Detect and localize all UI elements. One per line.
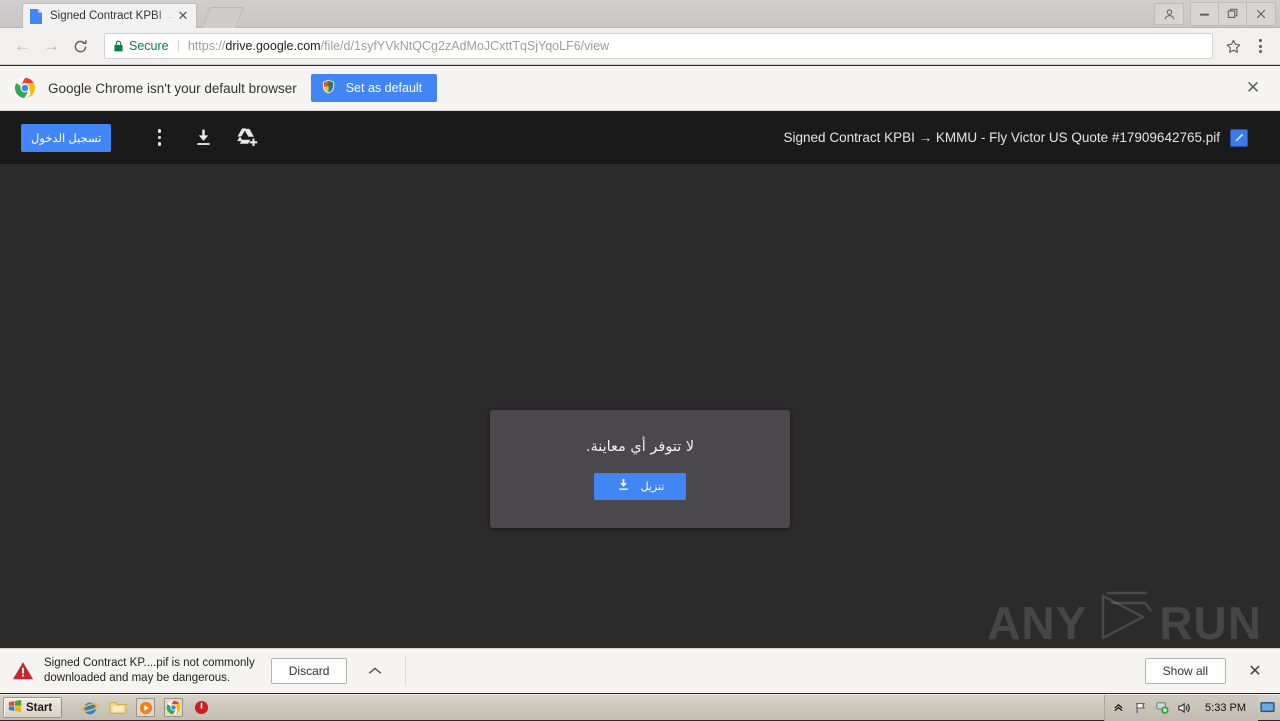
power-icon[interactable] (192, 698, 211, 717)
watermark-run: RUN (1159, 596, 1262, 649)
show-hidden-icons-chevron[interactable] (1111, 700, 1126, 715)
show-desktop-icon[interactable] (1260, 700, 1275, 715)
chrome-icon (14, 77, 36, 99)
download-shelf: Signed Contract KP....pif is not commonl… (0, 648, 1280, 693)
browser-tab[interactable]: Signed Contract KPBI → KM ✕ (22, 3, 197, 28)
set-as-default-label: Set as default (345, 81, 423, 95)
security-label: Secure (129, 39, 169, 53)
download-warning-line2: downloaded and may be dangerous. (44, 672, 231, 684)
reload-button[interactable] (66, 32, 95, 61)
file-title: Signed Contract KPBI → KMMU - Fly Victor… (783, 130, 1220, 145)
media-player-icon[interactable] (136, 698, 156, 717)
lock-icon (113, 40, 124, 52)
watermark-any: ANY (987, 596, 1088, 649)
start-button[interactable]: Start (3, 697, 63, 718)
window-controls (1154, 0, 1276, 28)
download-icon[interactable] (181, 118, 225, 158)
drive-file-viewer: تسجيل الدخول Signed Contract KPBI → KMMU… (0, 111, 1280, 649)
minimize-button[interactable] (1191, 3, 1219, 25)
doc-file-icon (29, 8, 43, 24)
sign-in-button[interactable]: تسجيل الدخول (21, 123, 112, 152)
download-arrow-icon (616, 477, 631, 495)
default-browser-infobar: Google Chrome isn't your default browser… (0, 66, 1280, 111)
discard-button[interactable]: Discard (270, 658, 348, 684)
tab-close-icon[interactable]: ✕ (176, 9, 190, 23)
shield-icon (321, 79, 336, 97)
folder-icon[interactable] (108, 698, 127, 717)
download-button-label: تنزيل (640, 479, 665, 493)
internet-explorer-icon[interactable] (80, 698, 99, 717)
windows-taskbar: Start 5:33 PM (0, 694, 1280, 721)
download-warning-message: Signed Contract KP....pif is not commonl… (44, 656, 255, 686)
download-file-button[interactable]: تنزيل (594, 472, 686, 500)
maximize-button[interactable] (1219, 3, 1247, 25)
profile-icon[interactable] (1154, 3, 1184, 25)
set-as-default-button[interactable]: Set as default (310, 74, 438, 102)
shelf-close-icon[interactable]: ✕ (1242, 658, 1268, 684)
anyrun-watermark: ANY RUN (987, 591, 1262, 654)
drive-title-area: Signed Contract KPBI → KMMU - Fly Victor… (783, 128, 1268, 147)
url-scheme: https:// (187, 39, 226, 53)
windows-logo-icon (8, 699, 22, 716)
shelf-divider (405, 656, 407, 686)
tab-title: Signed Contract KPBI → KM (50, 10, 174, 22)
forward-button[interactable]: → (37, 32, 66, 61)
address-bar[interactable]: Secure | https://drive.google.com/file/d… (104, 33, 1213, 59)
no-preview-message: لا تتوفر أي معاينة. (585, 438, 695, 455)
flag-icon[interactable] (1133, 700, 1148, 715)
taskbar-clock: 5:33 PM (1205, 701, 1246, 714)
close-button[interactable] (1247, 3, 1275, 25)
chevron-up-icon[interactable] (361, 658, 389, 684)
chrome-tab-strip: Signed Contract KPBI → KM ✕ (0, 0, 1280, 28)
file-type-badge-icon (1230, 128, 1248, 147)
download-shelf-actions: Show all ✕ (1129, 658, 1268, 684)
anyrun-play-logo-icon (1093, 591, 1153, 654)
browser-toolbar: ← → Secure | https://drive.google.com/fi… (0, 28, 1280, 65)
new-tab-button[interactable] (202, 7, 244, 28)
url-text: https://drive.google.com/file/d/1syfYVkN… (188, 39, 609, 53)
volume-icon[interactable] (1177, 700, 1192, 715)
infobar-close-icon[interactable]: ✕ (1240, 75, 1266, 101)
drive-toolbar: تسجيل الدخول Signed Contract KPBI → KMMU… (0, 111, 1280, 164)
address-separator: | (176, 39, 180, 53)
infobar-message: Google Chrome isn't your default browser (48, 80, 297, 96)
more-options-icon[interactable] (137, 118, 181, 158)
show-all-button[interactable]: Show all (1144, 658, 1226, 684)
download-warning-line1: Signed Contract KP....pif is not commonl… (44, 657, 255, 669)
back-button[interactable]: ← (8, 32, 37, 61)
danger-triangle-icon (12, 660, 34, 682)
chrome-icon[interactable] (164, 698, 184, 717)
system-tray: 5:33 PM (1104, 694, 1258, 721)
star-icon[interactable] (1220, 33, 1246, 59)
network-icon[interactable] (1155, 700, 1170, 715)
url-path: /file/d/1syfYVkNtQCg2zAdMoJCxttTqSjYqoLF… (320, 39, 610, 53)
three-dot-menu-icon[interactable] (1248, 33, 1272, 59)
add-to-drive-icon[interactable] (225, 118, 269, 158)
url-host: drive.google.com (225, 39, 321, 53)
quick-launch-bar (80, 698, 211, 717)
start-label: Start (26, 701, 53, 714)
no-preview-dialog: لا تتوفر أي معاينة. تنزيل (490, 410, 790, 528)
